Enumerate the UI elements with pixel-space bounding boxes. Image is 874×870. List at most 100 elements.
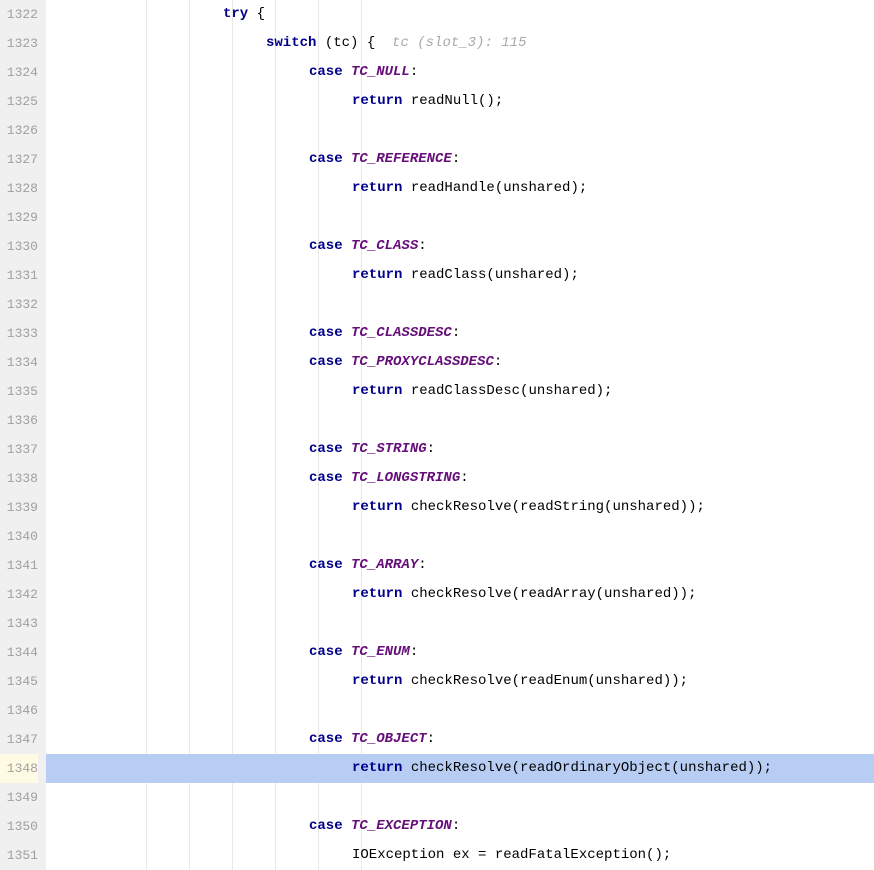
code-line[interactable] — [46, 522, 874, 551]
token-txt: : — [410, 644, 418, 660]
token-const: TC_STRING — [351, 441, 427, 457]
token-kw: return — [352, 383, 402, 399]
token-txt: : — [452, 151, 460, 167]
code-line[interactable]: case TC_REFERENCE: — [46, 145, 874, 174]
line-number: 1349 — [0, 783, 38, 812]
code-line[interactable]: case TC_CLASS: — [46, 232, 874, 261]
line-number: 1325 — [0, 87, 38, 116]
token-kw: case — [309, 441, 351, 457]
line-number: 1329 — [0, 203, 38, 232]
code-line[interactable]: return readNull(); — [46, 87, 874, 116]
token-txt: checkResolve(readString(unshared)); — [402, 499, 704, 515]
code-line[interactable]: case TC_LONGSTRING: — [46, 464, 874, 493]
line-number: 1346 — [0, 696, 38, 725]
code-line[interactable]: return readClass(unshared); — [46, 261, 874, 290]
token-comment: tc (slot_3): 115 — [392, 35, 526, 51]
code-line[interactable]: return checkResolve(readArray(unshared))… — [46, 580, 874, 609]
token-txt: : — [460, 470, 468, 486]
line-number: 1335 — [0, 377, 38, 406]
code-line[interactable] — [46, 406, 874, 435]
token-txt: : — [452, 325, 460, 341]
code-line[interactable]: return readClassDesc(unshared); — [46, 377, 874, 406]
line-number: 1351 — [0, 841, 38, 870]
code-line[interactable]: try { — [46, 0, 874, 29]
token-const: TC_ENUM — [351, 644, 410, 660]
line-number-gutter: 1322132313241325132613271328132913301331… — [0, 0, 46, 870]
token-const: TC_REFERENCE — [351, 151, 452, 167]
line-number: 1347 — [0, 725, 38, 754]
code-line[interactable]: case TC_ARRAY: — [46, 551, 874, 580]
token-kw: case — [309, 238, 351, 254]
token-kw: case — [309, 731, 351, 747]
code-line[interactable] — [46, 116, 874, 145]
code-line[interactable]: case TC_OBJECT: — [46, 725, 874, 754]
code-line[interactable]: case TC_CLASSDESC: — [46, 319, 874, 348]
code-line[interactable]: return readHandle(unshared); — [46, 174, 874, 203]
line-number: 1342 — [0, 580, 38, 609]
token-kw: return — [352, 499, 402, 515]
token-txt: readHandle(unshared); — [402, 180, 587, 196]
code-line[interactable] — [46, 696, 874, 725]
line-number: 1339 — [0, 493, 38, 522]
token-txt: checkResolve(readOrdinaryObject(unshared… — [402, 760, 772, 776]
token-const: TC_EXCEPTION — [351, 818, 452, 834]
line-number: 1332 — [0, 290, 38, 319]
code-line[interactable] — [46, 609, 874, 638]
token-kw: case — [309, 557, 351, 573]
line-number: 1343 — [0, 609, 38, 638]
code-line[interactable]: case TC_STRING: — [46, 435, 874, 464]
code-editor[interactable]: 1322132313241325132613271328132913301331… — [0, 0, 874, 870]
code-line[interactable]: case TC_ENUM: — [46, 638, 874, 667]
code-line[interactable]: case TC_PROXYCLASSDESC: — [46, 348, 874, 377]
token-txt: : — [494, 354, 502, 370]
line-number: 1330 — [0, 232, 38, 261]
line-number: 1340 — [0, 522, 38, 551]
token-kw: case — [309, 644, 351, 660]
token-txt: checkResolve(readArray(unshared)); — [402, 586, 696, 602]
token-const: TC_LONGSTRING — [351, 470, 460, 486]
line-number: 1327 — [0, 145, 38, 174]
line-number: 1331 — [0, 261, 38, 290]
token-txt: (tc) { — [316, 35, 392, 51]
line-number: 1338 — [0, 464, 38, 493]
line-number: 1323 — [0, 29, 38, 58]
line-number: 1341 — [0, 551, 38, 580]
token-const: TC_ARRAY — [351, 557, 418, 573]
token-txt: { — [248, 6, 265, 22]
token-txt: : — [427, 441, 435, 457]
code-line[interactable] — [46, 290, 874, 319]
token-kw: return — [352, 93, 402, 109]
line-number: 1337 — [0, 435, 38, 464]
token-kw: case — [309, 470, 351, 486]
code-area[interactable]: try {switch (tc) { tc (slot_3): 115case … — [46, 0, 874, 870]
line-number: 1333 — [0, 319, 38, 348]
token-kw: return — [352, 267, 402, 283]
line-number: 1350 — [0, 812, 38, 841]
token-kw: case — [309, 151, 351, 167]
code-line[interactable] — [46, 203, 874, 232]
line-number: 1326 — [0, 116, 38, 145]
code-line[interactable]: switch (tc) { tc (slot_3): 115 — [46, 29, 874, 58]
line-number: 1348 — [0, 754, 38, 783]
code-line[interactable]: return checkResolve(readString(unshared)… — [46, 493, 874, 522]
token-kw: case — [309, 354, 351, 370]
code-line[interactable]: return checkResolve(readEnum(unshared)); — [46, 667, 874, 696]
code-line[interactable]: case TC_EXCEPTION: — [46, 812, 874, 841]
code-line[interactable] — [46, 783, 874, 812]
token-txt: : — [427, 731, 435, 747]
token-kw: case — [309, 325, 351, 341]
line-number: 1345 — [0, 667, 38, 696]
token-kw: return — [352, 673, 402, 689]
code-line[interactable]: case TC_NULL: — [46, 58, 874, 87]
line-number: 1344 — [0, 638, 38, 667]
token-const: TC_OBJECT — [351, 731, 427, 747]
token-txt: readClassDesc(unshared); — [402, 383, 612, 399]
token-const: TC_CLASSDESC — [351, 325, 452, 341]
token-const: TC_NULL — [351, 64, 410, 80]
line-number: 1334 — [0, 348, 38, 377]
code-line[interactable]: return checkResolve(readOrdinaryObject(u… — [46, 754, 874, 783]
token-txt: IOException ex = readFatalException(); — [352, 847, 671, 863]
token-txt: : — [418, 557, 426, 573]
code-line[interactable]: IOException ex = readFatalException(); — [46, 841, 874, 870]
token-txt: readNull(); — [402, 93, 503, 109]
